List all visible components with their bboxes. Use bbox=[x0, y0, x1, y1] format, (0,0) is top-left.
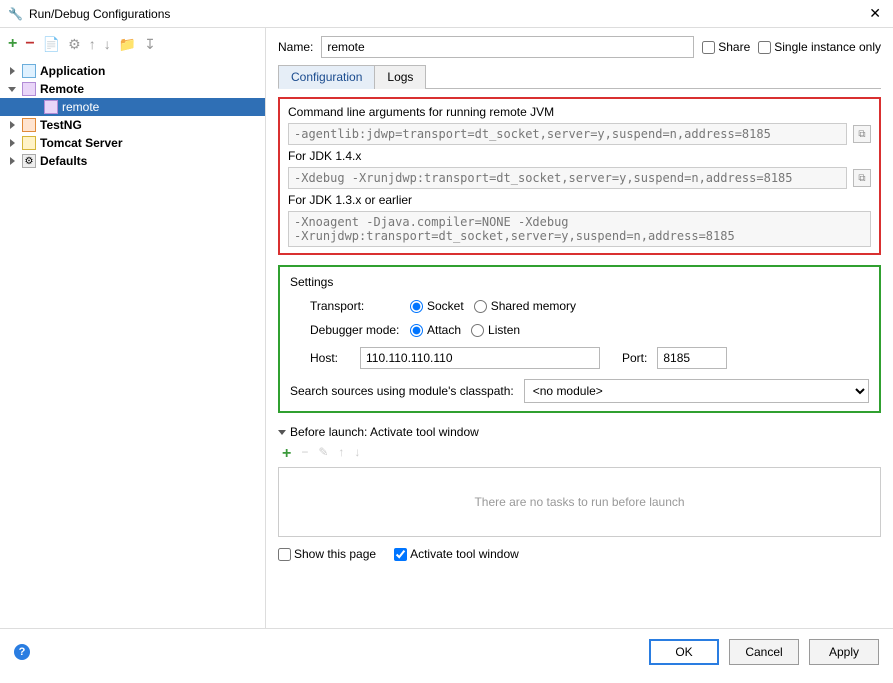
cmd-value-jdk13[interactable]: -Xnoagent -Djava.compiler=NONE -Xdebug -… bbox=[288, 211, 871, 247]
transport-shared-radio[interactable]: Shared memory bbox=[474, 299, 576, 313]
tab-logs[interactable]: Logs bbox=[374, 65, 426, 89]
tree-label: Tomcat Server bbox=[40, 136, 122, 150]
tree-node-tomcat[interactable]: Tomcat Server bbox=[0, 134, 265, 152]
copy-icon[interactable]: ⧉ bbox=[853, 125, 871, 143]
transport-label: Transport: bbox=[290, 299, 400, 313]
name-input[interactable] bbox=[321, 36, 694, 58]
gear-icon: ⚙ bbox=[22, 154, 36, 168]
move-down-icon[interactable]: ↓ bbox=[104, 37, 111, 51]
host-input[interactable] bbox=[360, 347, 600, 369]
tree-node-defaults[interactable]: ⚙ Defaults bbox=[0, 152, 265, 170]
command-line-section: Command line arguments for running remot… bbox=[278, 97, 881, 255]
cancel-button[interactable]: Cancel bbox=[729, 639, 799, 665]
chevron-right-icon[interactable] bbox=[6, 65, 18, 77]
add-config-button[interactable]: + bbox=[8, 36, 17, 52]
port-input[interactable] bbox=[657, 347, 727, 369]
activate-tool-window-checkbox[interactable]: Activate tool window bbox=[394, 547, 519, 561]
move-down-icon: ↓ bbox=[354, 445, 360, 463]
name-label: Name: bbox=[278, 40, 313, 54]
share-label: Share bbox=[718, 40, 750, 54]
copy-config-icon[interactable]: 📄 bbox=[43, 37, 60, 51]
cmd-value-jdk14[interactable]: -Xdebug -Xrunjdwp:transport=dt_socket,se… bbox=[288, 167, 847, 189]
tree-label: Remote bbox=[40, 82, 84, 96]
remote-icon bbox=[22, 82, 36, 96]
copy-icon[interactable]: ⧉ bbox=[853, 169, 871, 187]
show-this-page-checkbox[interactable]: Show this page bbox=[278, 547, 376, 561]
tab-configuration[interactable]: Configuration bbox=[278, 65, 375, 89]
tree-node-application[interactable]: Application bbox=[0, 62, 265, 80]
application-icon bbox=[22, 64, 36, 78]
before-launch-toolbar: + − ✎ ↑ ↓ bbox=[278, 439, 881, 467]
host-label: Host: bbox=[290, 351, 350, 365]
dialog-footer: ? OK Cancel Apply bbox=[0, 628, 893, 674]
app-icon: 🔧 bbox=[8, 7, 23, 21]
close-icon[interactable]: ✕ bbox=[865, 5, 885, 22]
window-title: Run/Debug Configurations bbox=[29, 7, 170, 21]
tomcat-icon bbox=[22, 136, 36, 150]
module-select[interactable]: <no module> bbox=[524, 379, 869, 403]
settings-title: Settings bbox=[290, 275, 869, 289]
tree-label: TestNG bbox=[40, 118, 82, 132]
apply-button[interactable]: Apply bbox=[809, 639, 879, 665]
move-up-icon: ↑ bbox=[338, 445, 344, 463]
tree-label: Defaults bbox=[40, 154, 87, 168]
edit-task-icon: ✎ bbox=[318, 445, 328, 463]
chevron-right-icon[interactable] bbox=[6, 119, 18, 131]
cmd-label-main: Command line arguments for running remot… bbox=[288, 105, 871, 119]
single-instance-label: Single instance only bbox=[774, 40, 881, 54]
tree-node-remote[interactable]: remote bbox=[0, 98, 265, 116]
cmd-label-jdk13: For JDK 1.3.x or earlier bbox=[288, 193, 871, 207]
cmd-label-jdk14: For JDK 1.4.x bbox=[288, 149, 871, 163]
mode-label: Debugger mode: bbox=[290, 323, 400, 337]
tree-node-remote-group[interactable]: Remote bbox=[0, 80, 265, 98]
tree-label: Application bbox=[40, 64, 105, 78]
move-up-icon[interactable]: ↑ bbox=[89, 37, 96, 51]
tree-label: remote bbox=[62, 100, 99, 114]
right-pane: Name: Share Single instance only Configu… bbox=[266, 28, 893, 628]
help-icon[interactable]: ? bbox=[14, 644, 30, 660]
ok-button[interactable]: OK bbox=[649, 639, 719, 665]
classpath-label: Search sources using module's classpath: bbox=[290, 384, 514, 398]
sort-icon[interactable]: ↧ bbox=[144, 37, 156, 51]
config-tree[interactable]: Application Remote remote TestNG Tomcat … bbox=[0, 60, 265, 628]
share-checkbox[interactable]: Share bbox=[702, 40, 750, 54]
remove-config-button[interactable]: − bbox=[25, 36, 34, 52]
before-launch-title: Before launch: Activate tool window bbox=[290, 425, 479, 439]
tasks-list-empty: There are no tasks to run before launch bbox=[278, 467, 881, 537]
chevron-right-icon[interactable] bbox=[6, 155, 18, 167]
settings-section: Settings Transport: Socket Shared memory… bbox=[278, 265, 881, 413]
empty-text: There are no tasks to run before launch bbox=[474, 495, 684, 509]
single-instance-checkbox[interactable]: Single instance only bbox=[758, 40, 881, 54]
tree-node-testng[interactable]: TestNG bbox=[0, 116, 265, 134]
chevron-right-icon[interactable] bbox=[6, 137, 18, 149]
chevron-down-icon bbox=[278, 430, 286, 435]
edit-defaults-icon[interactable]: ⚙ bbox=[68, 37, 81, 51]
port-label: Port: bbox=[622, 351, 647, 365]
before-launch-section: Before launch: Activate tool window + − … bbox=[278, 425, 881, 561]
folder-icon[interactable]: 📁 bbox=[119, 37, 136, 51]
title-bar: 🔧 Run/Debug Configurations ✕ bbox=[0, 0, 893, 28]
testng-icon bbox=[22, 118, 36, 132]
remote-icon bbox=[44, 100, 58, 114]
before-launch-header[interactable]: Before launch: Activate tool window bbox=[278, 425, 881, 439]
cmd-value-main[interactable]: -agentlib:jdwp=transport=dt_socket,serve… bbox=[288, 123, 847, 145]
remove-task-button: − bbox=[301, 445, 308, 463]
mode-listen-radio[interactable]: Listen bbox=[471, 323, 520, 337]
config-toolbar: + − 📄 ⚙ ↑ ↓ 📁 ↧ bbox=[0, 28, 265, 60]
left-pane: + − 📄 ⚙ ↑ ↓ 📁 ↧ Application Remote remot… bbox=[0, 28, 266, 628]
add-task-button[interactable]: + bbox=[282, 445, 291, 463]
chevron-down-icon[interactable] bbox=[6, 83, 18, 95]
mode-attach-radio[interactable]: Attach bbox=[410, 323, 461, 337]
transport-socket-radio[interactable]: Socket bbox=[410, 299, 464, 313]
tabs: Configuration Logs bbox=[278, 64, 881, 89]
